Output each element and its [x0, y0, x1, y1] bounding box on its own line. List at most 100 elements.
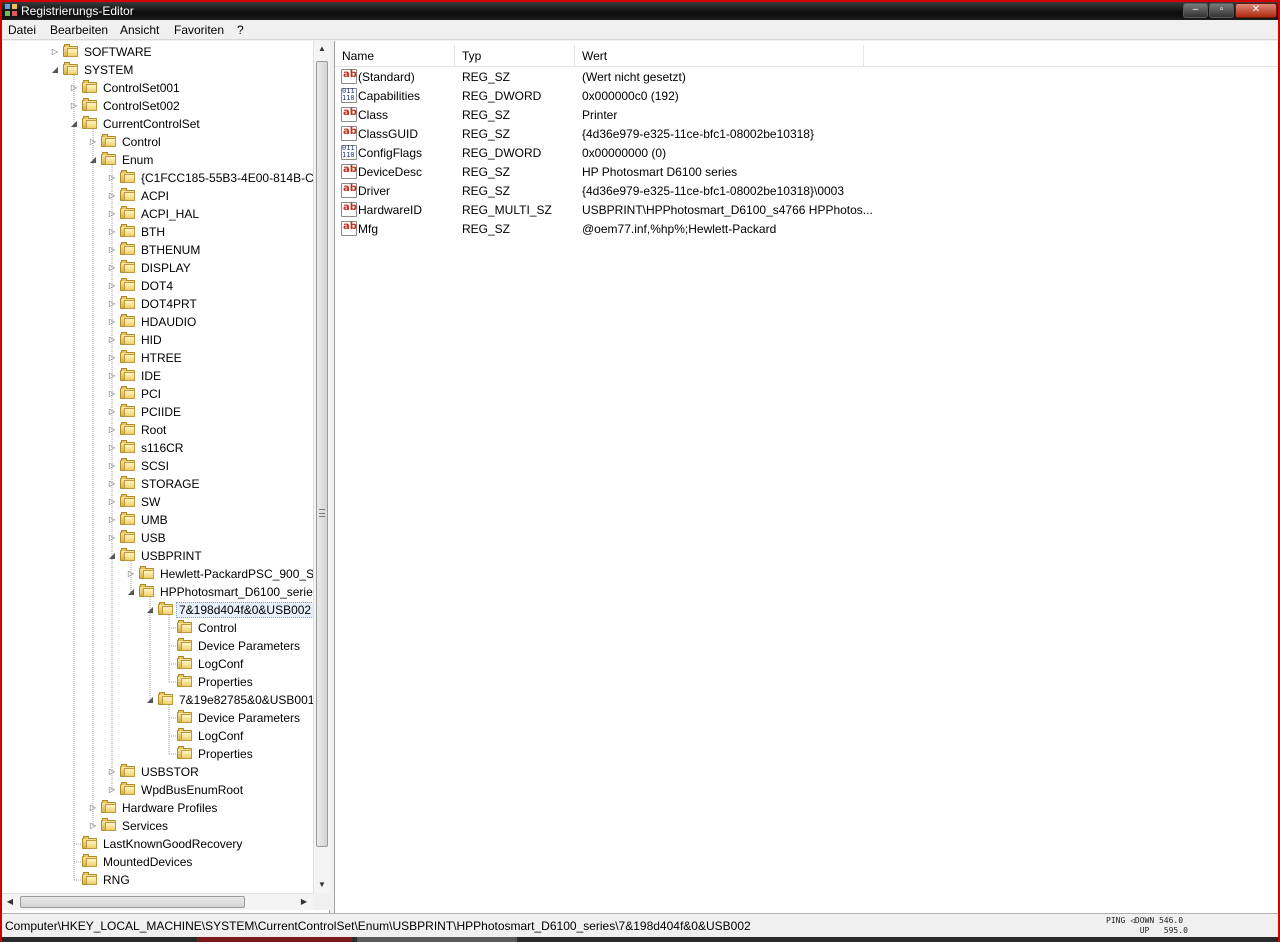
tree-vertical-scroll-thumb[interactable] — [316, 61, 328, 847]
key-tree-pane[interactable]: ▷ SOFTWARE ◢ SYSTEM ▷ ControlSet001 ▷ ControlSe… — [2, 41, 330, 913]
tree-node[interactable]: ◢ HPPhotosmart_D6100_series — [2, 583, 319, 601]
tree-node[interactable]: ▷ BTHENUM — [2, 241, 312, 259]
collapse-arrow-icon[interactable]: ◢ — [69, 118, 79, 129]
expand-arrow-icon[interactable]: ▷ — [107, 190, 117, 201]
value-row[interactable]: Capabilities REG_DWORD 0x000000c0 (192) — [335, 87, 1278, 106]
tree-node[interactable]: ▷ {C1FCC185-55B3-4E00-814B-C5E — [2, 169, 328, 187]
tree-node[interactable]: ◢ CurrentControlSet — [2, 115, 312, 133]
tree-node[interactable]: ▷ PCIIDE — [2, 403, 312, 421]
maximize-button[interactable]: ▫ — [1209, 3, 1234, 18]
tree-node[interactable]: ◢ 7&19e82785&0&USB001 — [2, 691, 314, 709]
tree-node[interactable]: LastKnownGoodRecovery — [2, 835, 312, 853]
tree-node[interactable]: Control — [2, 619, 312, 637]
collapse-arrow-icon[interactable]: ◢ — [126, 586, 136, 597]
tree-node[interactable]: ▷ IDE — [2, 367, 312, 385]
tree-node[interactable]: ▷ Control — [2, 133, 312, 151]
expand-arrow-icon[interactable]: ▷ — [107, 316, 117, 327]
expand-arrow-icon[interactable]: ▷ — [107, 208, 117, 219]
tree-node[interactable]: ▷ DISPLAY — [2, 259, 312, 277]
expand-arrow-icon[interactable]: ▷ — [107, 172, 117, 183]
tree-node[interactable]: ▷ Services — [2, 817, 312, 835]
tree-node[interactable]: ◢ Enum — [2, 151, 312, 169]
tree-horizontal-scroll-thumb[interactable] — [20, 896, 245, 908]
tree-node[interactable]: ▷ ACPI_HAL — [2, 205, 312, 223]
tree-node[interactable]: ▷ s116CR — [2, 439, 312, 457]
column-header-name[interactable]: Name — [335, 45, 455, 67]
collapse-arrow-icon[interactable]: ◢ — [50, 64, 60, 75]
expand-arrow-icon[interactable]: ▷ — [107, 298, 117, 309]
expand-arrow-icon[interactable]: ▷ — [69, 100, 79, 111]
expand-arrow-icon[interactable]: ▷ — [107, 424, 117, 435]
tree-node[interactable]: ▷ DOT4 — [2, 277, 312, 295]
tree-node[interactable]: RNG — [2, 871, 312, 889]
tree-node[interactable]: ▷ ACPI — [2, 187, 312, 205]
tree-node[interactable]: Properties — [2, 673, 312, 691]
tree-node[interactable]: ▷ USB — [2, 529, 312, 547]
expand-arrow-icon[interactable]: ▷ — [107, 766, 117, 777]
expand-arrow-icon[interactable]: ▷ — [107, 388, 117, 399]
tree-node[interactable]: LogConf — [2, 655, 312, 673]
expand-arrow-icon[interactable]: ▷ — [107, 226, 117, 237]
scroll-down-arrow-icon[interactable]: ▼ — [314, 877, 330, 893]
value-row[interactable]: Driver REG_SZ {4d36e979-e325-11ce-bfc1-080… — [335, 182, 1278, 201]
taskbar-item[interactable] — [357, 937, 517, 942]
collapse-arrow-icon[interactable]: ◢ — [88, 154, 98, 165]
tree-node[interactable]: ▷ BTH — [2, 223, 312, 241]
tree-node[interactable]: ◢ 7&198d404f&0&USB002 — [2, 601, 315, 619]
expand-arrow-icon[interactable]: ▷ — [126, 568, 136, 579]
expand-arrow-icon[interactable]: ▷ — [107, 442, 117, 453]
tree-node[interactable]: ◢ USBPRINT — [2, 547, 312, 565]
tree-node[interactable]: ▷ ControlSet002 — [2, 97, 312, 115]
tree-node[interactable]: ▷ Hardware Profiles — [2, 799, 312, 817]
tree-node[interactable]: LogConf — [2, 727, 312, 745]
value-row[interactable]: (Standard) REG_SZ (Wert nicht gesetzt) — [335, 68, 1278, 87]
menu-help[interactable]: ? — [237, 23, 244, 37]
menu-favoriten[interactable]: Favoriten — [174, 23, 224, 37]
expand-arrow-icon[interactable]: ▷ — [88, 802, 98, 813]
collapse-arrow-icon[interactable]: ◢ — [145, 604, 155, 615]
tree-node[interactable]: Device Parameters — [2, 637, 312, 655]
expand-arrow-icon[interactable]: ▷ — [107, 406, 117, 417]
value-list-pane[interactable]: Name Typ Wert (Standard) REG_SZ (Wert nich… — [335, 41, 1278, 913]
tree-node[interactable]: Properties — [2, 745, 312, 763]
value-row[interactable]: DeviceDesc REG_SZ HP Photosmart D6100 seri… — [335, 163, 1278, 182]
expand-arrow-icon[interactable]: ▷ — [88, 820, 98, 831]
expand-arrow-icon[interactable]: ▷ — [107, 352, 117, 363]
expand-arrow-icon[interactable]: ▷ — [107, 496, 117, 507]
expand-arrow-icon[interactable]: ▷ — [107, 262, 117, 273]
expand-arrow-icon[interactable]: ▷ — [107, 280, 117, 291]
tree-node[interactable]: ▷ DOT4PRT — [2, 295, 312, 313]
expand-arrow-icon[interactable]: ▷ — [107, 784, 117, 795]
tree-node[interactable]: ▷ WpdBusEnumRoot — [2, 781, 312, 799]
value-row[interactable]: HardwareID REG_MULTI_SZ USBPRINT\HPPhotosm… — [335, 201, 1278, 220]
menu-bearbeiten[interactable]: Bearbeiten — [50, 23, 108, 37]
tree-node[interactable]: ▷ Hewlett-PackardPSC_900_Se — [2, 565, 321, 583]
tree-vertical-scrollbar[interactable]: ▲ ▼ — [313, 41, 330, 893]
title-bar[interactable]: Registrierungs-Editor – ▫ ✕ — [2, 2, 1278, 20]
expand-arrow-icon[interactable]: ▷ — [107, 460, 117, 471]
taskbar-item[interactable] — [197, 937, 352, 942]
expand-arrow-icon[interactable]: ▷ — [107, 532, 117, 543]
tree-node[interactable]: ▷ STORAGE — [2, 475, 312, 493]
expand-arrow-icon[interactable]: ▷ — [107, 244, 117, 255]
tree-node[interactable]: ▷ HTREE — [2, 349, 312, 367]
expand-arrow-icon[interactable]: ▷ — [107, 334, 117, 345]
menu-ansicht[interactable]: Ansicht — [120, 23, 159, 37]
value-row[interactable]: ConfigFlags REG_DWORD 0x00000000 (0) — [335, 144, 1278, 163]
scroll-left-arrow-icon[interactable]: ◀ — [2, 894, 18, 910]
tree-node[interactable]: ◢ SYSTEM — [2, 61, 312, 79]
scroll-up-arrow-icon[interactable]: ▲ — [314, 41, 330, 57]
expand-arrow-icon[interactable]: ▷ — [69, 82, 79, 93]
tree-node[interactable]: ▷ HDAUDIO — [2, 313, 312, 331]
expand-arrow-icon[interactable]: ▷ — [107, 370, 117, 381]
tree-node[interactable]: ▷ USBSTOR — [2, 763, 312, 781]
tree-node[interactable]: ▷ PCI — [2, 385, 312, 403]
tree-node[interactable]: ▷ SOFTWARE — [2, 43, 312, 61]
tree-node[interactable]: ▷ SCSI — [2, 457, 312, 475]
value-row[interactable]: Mfg REG_SZ @oem77.inf,%hp%;Hewlett-Packard — [335, 220, 1278, 239]
close-button[interactable]: ✕ — [1235, 3, 1277, 18]
tree-node[interactable]: ▷ UMB — [2, 511, 312, 529]
tree-node[interactable]: ▷ Root — [2, 421, 312, 439]
column-header-type[interactable]: Typ — [455, 45, 575, 67]
expand-arrow-icon[interactable]: ▷ — [107, 478, 117, 489]
